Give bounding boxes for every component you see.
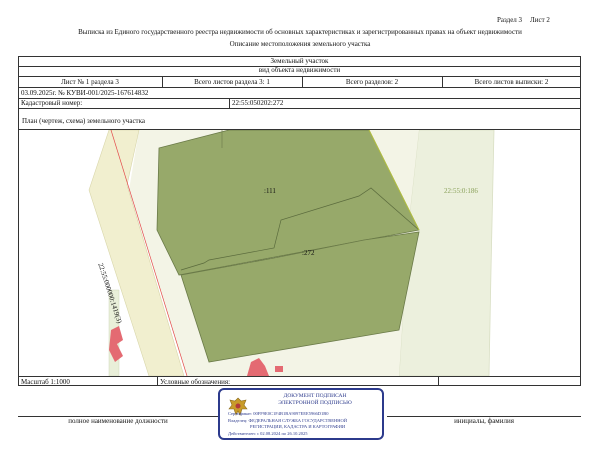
stamp-owner-2: РЕГИСТРАЦИИ, КАДАСТРА И КАРТОГРАФИИ	[250, 424, 346, 429]
name-caption: инициалы, фамилия	[454, 417, 514, 425]
label-parcel-111: :111	[264, 187, 276, 195]
date-number: 03.09.2025г. № КУВИ-001/2025-167614832	[21, 89, 149, 97]
cadastral-value: 22:55:050202:272	[232, 99, 284, 107]
stamp-valid: Действителен: с 02.08.2024 по 26.10.2025	[228, 431, 308, 436]
position-caption: полное наименование должности	[68, 417, 168, 425]
label-block-east: 22:55:0:186	[444, 187, 478, 195]
cadastral-label: Кадастровый номер:	[21, 99, 83, 107]
label-parcel-272: :272	[302, 249, 315, 257]
section-sheets-total: Всего листов раздела 3: 1	[194, 78, 270, 86]
document-title: Выписка из Единого государственного реес…	[78, 28, 522, 36]
scale-label: Масштаб 1:1000	[21, 378, 70, 386]
document-subtitle: Описание местоположения земельного участ…	[229, 40, 371, 48]
sheet-of-section: Лист № 1 раздела 3	[61, 78, 119, 86]
plan-map	[19, 130, 580, 376]
extract-sheets-total: Всего листов выписки: 2	[474, 78, 549, 86]
sheet-label: Лист 2	[530, 16, 550, 24]
object-type-caption: вид объекта недвижимости	[258, 66, 341, 74]
plan-caption: План (чертеж, схема) земельного участка	[22, 117, 146, 125]
e-signature-stamp: ДОКУМЕНТ ПОДПИСАН ЭЛЕКТРОННОЙ ПОДПИСЬЮ С…	[218, 388, 384, 440]
sections-total: Всего разделов: 2	[345, 78, 399, 86]
section-label: Раздел 3	[497, 16, 523, 24]
stamp-cert: Сертификат: 00FF9E0C1F4B1BA9097EEE5966D1…	[228, 411, 329, 416]
legend-label: Условные обозначения:	[160, 378, 231, 386]
stamp-line1: ДОКУМЕНТ ПОДПИСАН	[283, 393, 347, 399]
stamp-line2: ЭЛЕКТРОННОЙ ПОДПИСЬЮ	[278, 400, 352, 406]
